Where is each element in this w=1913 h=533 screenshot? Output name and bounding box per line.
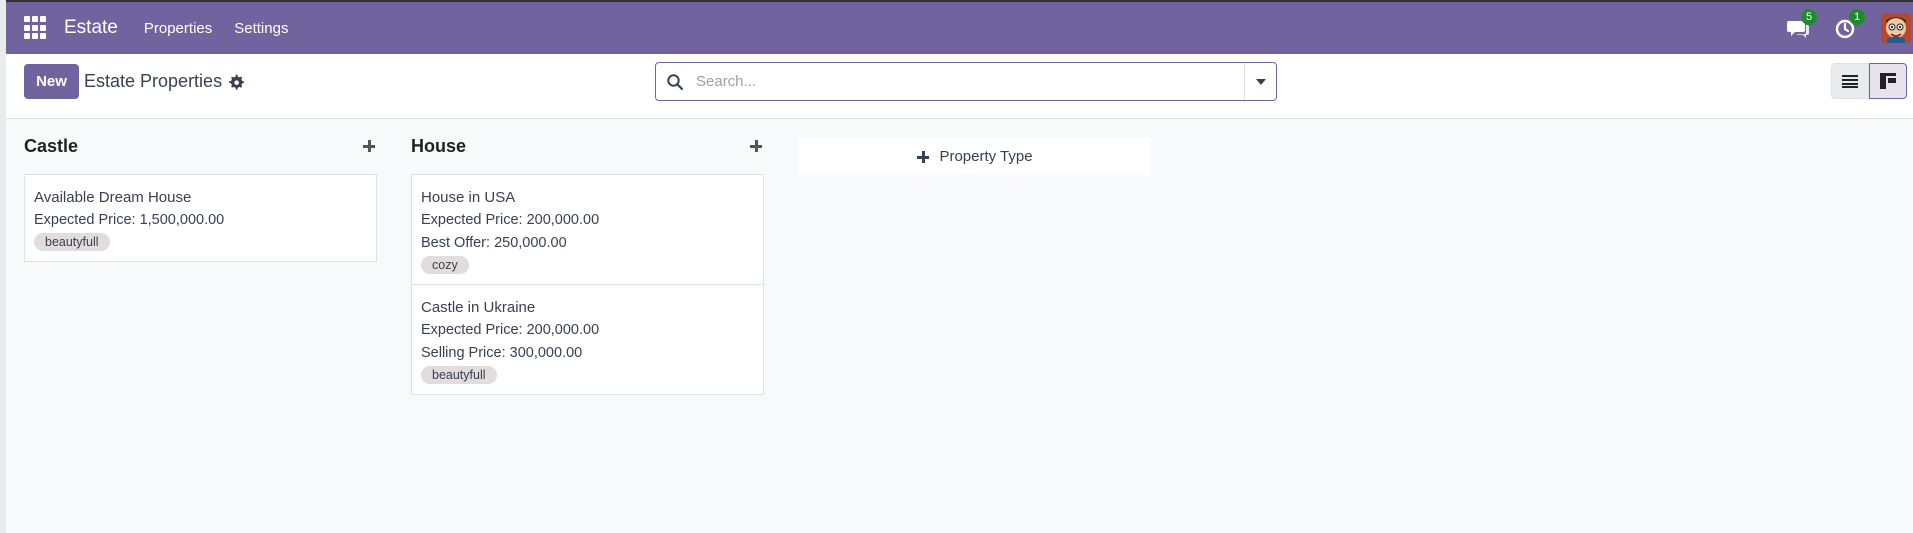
- card-expected-price: Expected Price: 200,000.00: [421, 212, 600, 228]
- search-icon: [667, 73, 684, 90]
- card-title: Castle in Ukraine: [421, 299, 536, 316]
- user-avatar-icon: [1881, 13, 1911, 43]
- card-expected-price: Expected Price: 1,500,000.00: [34, 212, 225, 228]
- quick-create-button[interactable]: [748, 138, 764, 154]
- app-grid-icon[interactable]: [24, 16, 48, 40]
- card-expected-price: Expected Price: 200,000.00: [421, 322, 600, 338]
- user-avatar[interactable]: [1881, 13, 1911, 43]
- view-switcher: [1831, 63, 1907, 99]
- column-title: House: [411, 135, 467, 156]
- add-column-label: Property Type: [939, 148, 1033, 165]
- search-input[interactable]: [696, 63, 1244, 100]
- kanban-card[interactable]: Castle in Ukraine Expected Price: 200,00…: [411, 285, 764, 395]
- gear-icon[interactable]: [228, 74, 244, 90]
- card-tag: cozy: [421, 256, 469, 274]
- kanban-column-house: House House in USA Expected Price: 200,0…: [411, 120, 764, 395]
- card-title: House in USA: [421, 189, 516, 206]
- messages-badge: 5: [1801, 9, 1817, 25]
- quick-create-button[interactable]: [361, 138, 377, 154]
- kanban-board: Castle Available Dream House Expected Pr…: [6, 120, 1913, 533]
- plus-icon: [917, 150, 930, 163]
- search-bar: [655, 62, 1277, 101]
- kanban-column-castle: Castle Available Dream House Expected Pr…: [24, 120, 377, 262]
- chevron-down-icon: [1255, 78, 1266, 85]
- card-selling-price: Selling Price: 300,000.00: [421, 345, 583, 361]
- search-options-toggle[interactable]: [1244, 63, 1276, 100]
- menu-properties[interactable]: Properties: [144, 20, 212, 37]
- kanban-view-button[interactable]: [1869, 63, 1907, 99]
- activities-button[interactable]: 1: [1833, 9, 1865, 41]
- card-tag: beautyfull: [34, 233, 110, 251]
- list-view-button[interactable]: [1831, 63, 1869, 99]
- add-column-button[interactable]: Property Type: [799, 138, 1151, 175]
- page-title: Estate Properties: [84, 71, 223, 91]
- kanban-icon: [1880, 73, 1896, 89]
- column-header: House: [411, 120, 764, 172]
- column-header: Castle: [24, 120, 377, 172]
- app-name[interactable]: Estate: [64, 17, 118, 39]
- menu-settings[interactable]: Settings: [234, 20, 288, 37]
- messages-button[interactable]: 5: [1785, 9, 1817, 41]
- list-icon: [1842, 75, 1858, 88]
- main-navbar: Estate Properties Settings 5 1: [6, 2, 1913, 54]
- kanban-card[interactable]: Available Dream House Expected Price: 1,…: [24, 174, 377, 262]
- column-title: Castle: [24, 135, 79, 156]
- new-button[interactable]: New: [24, 64, 79, 99]
- card-title: Available Dream House: [34, 189, 192, 206]
- card-best-offer: Best Offer: 250,000.00: [421, 235, 567, 251]
- control-panel: New Estate Properties: [6, 54, 1913, 119]
- activities-badge: 1: [1849, 9, 1865, 25]
- card-tag: beautyfull: [421, 366, 497, 384]
- kanban-card[interactable]: House in USA Expected Price: 200,000.00 …: [411, 174, 764, 285]
